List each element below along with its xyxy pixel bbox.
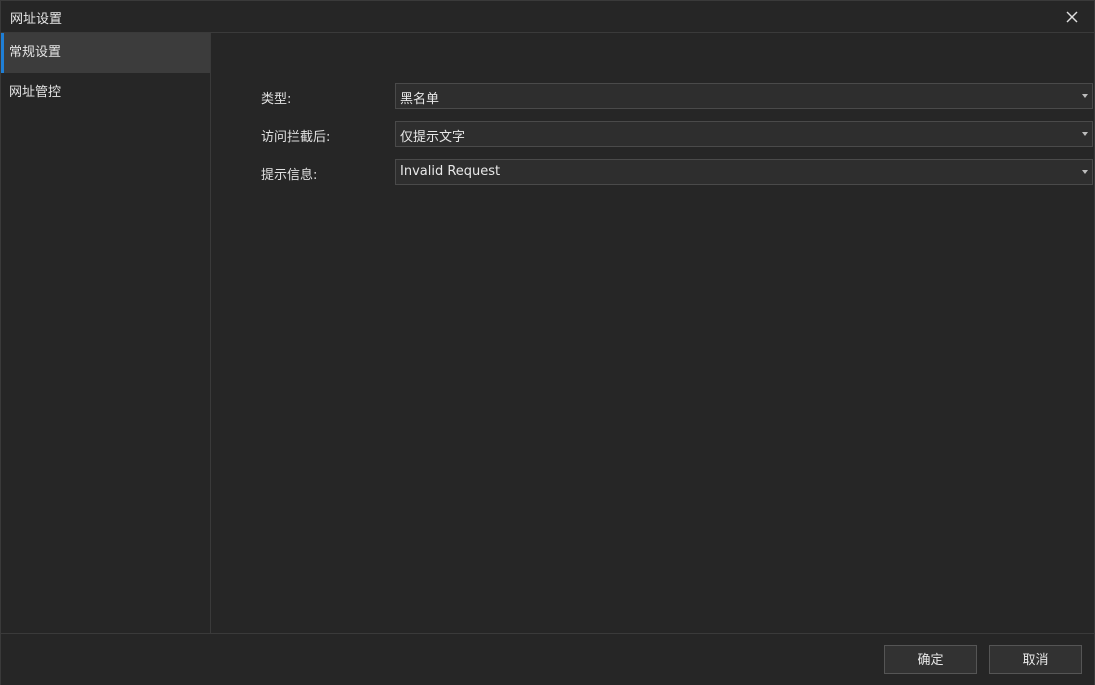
sidebar-item-general-settings[interactable]: 常规设置	[1, 33, 210, 73]
type-select-value: 黑名单	[400, 92, 440, 107]
type-row: 类型: 黑名单	[261, 83, 1093, 109]
settings-content: 类型: 黑名单 访问拦截后: 仅提示文字 提示信息: Invalid Reque…	[211, 33, 1094, 633]
settings-dialog: 网址设置 常规设置 网址管控 类型: 黑名单 访问拦截后: 仅提示文字 提示信息…	[0, 0, 1095, 685]
dialog-footer: 确定 取消	[1, 633, 1094, 685]
type-select[interactable]: 黑名单	[395, 83, 1093, 109]
message-row: 提示信息: Invalid Request	[261, 159, 1093, 185]
message-select-value: Invalid Request	[400, 164, 501, 179]
cancel-button[interactable]: 取消	[989, 645, 1082, 674]
chevron-down-icon	[1082, 132, 1088, 136]
close-icon	[1066, 11, 1078, 23]
sidebar: 常规设置 网址管控	[1, 33, 211, 633]
after-block-label: 访问拦截后:	[261, 130, 331, 145]
chevron-down-icon	[1082, 170, 1088, 174]
chevron-down-icon	[1082, 94, 1088, 98]
sidebar-item-label: 网址管控	[9, 85, 62, 100]
sidebar-item-url-control[interactable]: 网址管控	[1, 73, 210, 113]
close-button[interactable]	[1062, 7, 1082, 27]
message-select[interactable]: Invalid Request	[395, 159, 1093, 185]
after-block-select[interactable]: 仅提示文字	[395, 121, 1093, 147]
type-label: 类型:	[261, 92, 292, 107]
after-block-row: 访问拦截后: 仅提示文字	[261, 121, 1093, 147]
window-title: 网址设置	[10, 12, 63, 27]
title-bar: 网址设置	[1, 1, 1094, 33]
sidebar-item-label: 常规设置	[9, 45, 62, 60]
after-block-select-value: 仅提示文字	[400, 130, 466, 145]
ok-button[interactable]: 确定	[884, 645, 977, 674]
message-label: 提示信息:	[261, 168, 318, 183]
